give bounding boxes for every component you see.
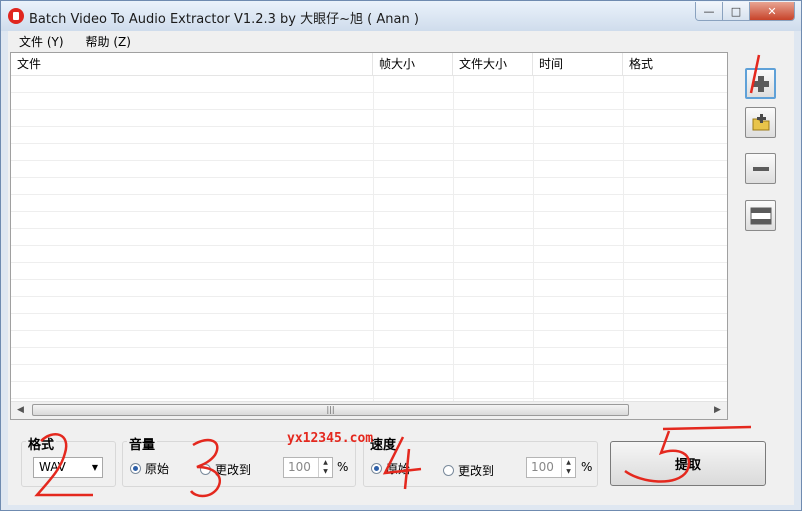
column-divider xyxy=(373,76,374,402)
horizontal-scrollbar[interactable]: ◀ ||| ▶ xyxy=(11,401,727,419)
column-time[interactable]: 时间 xyxy=(533,53,623,75)
radio-icon xyxy=(200,464,211,475)
add-folder-button[interactable] xyxy=(745,107,776,138)
volume-change-radio[interactable]: 更改到 xyxy=(200,461,251,478)
extract-button[interactable]: 提取 xyxy=(610,441,766,486)
format-value: WAV xyxy=(39,460,66,474)
column-divider xyxy=(533,76,534,402)
spin-arrows-icon[interactable]: ▲ ▼ xyxy=(561,458,575,477)
spin-arrows-icon[interactable]: ▲ ▼ xyxy=(318,458,332,477)
clear-list-button[interactable] xyxy=(745,200,776,231)
watermark-text: yx12345.com xyxy=(287,431,374,446)
speaker-icon xyxy=(8,8,24,24)
volume-unit: % xyxy=(337,460,349,474)
radio-selected-icon xyxy=(371,463,382,474)
radio-selected-icon xyxy=(130,463,141,474)
column-file[interactable]: 文件 xyxy=(11,53,373,75)
format-group: 格式 WAV ▼ xyxy=(21,434,116,487)
volume-original-radio[interactable]: 原始 xyxy=(130,460,169,477)
scroll-left-icon[interactable]: ◀ xyxy=(13,404,28,417)
speed-group: 速度 原始 更改到 100 ▲ ▼ % xyxy=(363,434,598,487)
volume-original-label: 原始 xyxy=(145,462,170,476)
scroll-right-icon[interactable]: ▶ xyxy=(710,404,725,417)
format-select[interactable]: WAV ▼ xyxy=(33,457,103,478)
speed-original-radio[interactable]: 原始 xyxy=(371,460,410,477)
folder-add-icon xyxy=(752,113,769,130)
minimize-icon[interactable]: — xyxy=(696,2,723,20)
scroll-thumb[interactable]: ||| xyxy=(32,404,629,416)
speed-change-label: 更改到 xyxy=(458,464,495,478)
chevron-down-icon: ▼ xyxy=(91,463,98,472)
column-frame-size[interactable]: 帧大小 xyxy=(373,53,453,75)
file-list[interactable]: 文件 帧大小 文件大小 时间 格式 ◀ ||| ▶ xyxy=(10,52,728,420)
add-file-button[interactable] xyxy=(745,68,776,99)
menu-help[interactable]: 帮助 (Z) xyxy=(75,31,142,51)
column-file-size[interactable]: 文件大小 xyxy=(453,53,533,75)
speed-change-radio[interactable]: 更改到 xyxy=(443,462,494,479)
volume-value: 100 xyxy=(288,460,311,474)
format-label: 格式 xyxy=(26,434,57,453)
volume-value-input[interactable]: 100 ▲ ▼ xyxy=(283,457,333,478)
column-format[interactable]: 格式 xyxy=(623,53,727,75)
app-window: Batch Video To Audio Extractor V1.2.3 by… xyxy=(0,0,802,511)
volume-change-label: 更改到 xyxy=(215,463,252,477)
list-header: 文件 帧大小 文件大小 时间 格式 xyxy=(11,53,727,76)
maximize-icon[interactable]: □ xyxy=(723,2,750,20)
speed-unit: % xyxy=(581,460,593,474)
menu-file[interactable]: 文件 (Y) xyxy=(8,31,75,51)
menu-bar: 文件 (Y) 帮助 (Z) xyxy=(8,31,794,51)
remove-button[interactable] xyxy=(745,153,776,184)
title-bar[interactable]: Batch Video To Audio Extractor V1.2.3 by… xyxy=(1,1,801,31)
speed-original-label: 原始 xyxy=(386,462,411,476)
radio-icon xyxy=(443,465,454,476)
volume-group: 音量 原始 更改到 100 ▲ ▼ % xyxy=(122,434,356,487)
volume-label: 音量 xyxy=(127,434,158,453)
close-icon[interactable]: ✕ xyxy=(750,2,794,20)
caption-buttons: — □ ✕ xyxy=(695,2,795,21)
plus-icon xyxy=(752,75,769,92)
clear-list-icon xyxy=(750,207,771,224)
minus-icon xyxy=(752,166,769,171)
client-area: 文件 帧大小 文件大小 时间 格式 ◀ ||| ▶ 格式 WAV ▼ 音量 原始… xyxy=(8,51,794,505)
column-divider xyxy=(623,76,624,402)
speed-value-input[interactable]: 100 ▲ ▼ xyxy=(526,457,576,478)
list-rows[interactable] xyxy=(11,76,727,402)
window-title: Batch Video To Audio Extractor V1.2.3 by… xyxy=(29,12,419,27)
speed-value: 100 xyxy=(531,460,554,474)
column-divider xyxy=(453,76,454,402)
